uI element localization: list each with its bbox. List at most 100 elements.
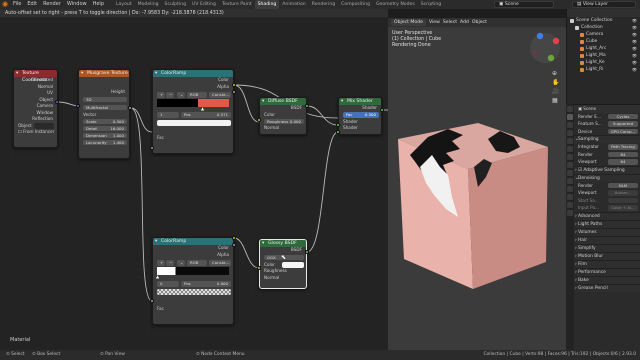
remove-stop-button-bottom[interactable]: −	[166, 260, 174, 266]
visibility-eye-icon[interactable]: 👁	[632, 17, 637, 24]
workspace-tab-uv-editing[interactable]: UV Editing	[189, 0, 219, 9]
stop-pos-field-bottom[interactable]: Pos 0.000	[181, 281, 231, 287]
musgrave-texture-node[interactable]: Musgrave Texture Height 3D Multifractal …	[78, 69, 130, 159]
stop-color-swatch[interactable]	[157, 120, 231, 126]
colorramp-top-title[interactable]: ColorRamp	[153, 70, 233, 77]
workspace-tab-geometry-nodes[interactable]: Geometry Nodes	[373, 0, 418, 9]
socket-mix-out[interactable]	[380, 108, 384, 112]
outliner-item[interactable]: Camera 👁	[567, 31, 640, 38]
start-sample-field[interactable]	[608, 197, 638, 203]
sampling-section[interactable]: Sampling	[567, 135, 640, 144]
socket-object-out[interactable]	[55, 100, 59, 104]
properties-section-bake[interactable]: Bake	[567, 275, 640, 285]
view-layer-selector[interactable]: ▤ View Layer	[572, 1, 636, 8]
pan-hand-icon[interactable]: ✋	[552, 78, 559, 87]
diffuse-node-title[interactable]: Diffuse BSDF	[260, 98, 306, 105]
output-tab-icon[interactable]	[567, 122, 573, 128]
socket-ramp-top-alpha-out[interactable]	[232, 90, 236, 94]
glossy-bsdf-node[interactable]: Glossy BSDF BSDF GGX Color Roughness Nor…	[259, 239, 307, 289]
menu-render[interactable]: Render	[40, 0, 64, 9]
scene-tab-icon[interactable]	[567, 138, 573, 144]
socket-glossy-out[interactable]	[305, 250, 309, 254]
viewport-menu-object[interactable]: Object	[472, 20, 487, 25]
integrator-dropdown[interactable]: Path Tracing	[608, 144, 638, 150]
feature-set-dropdown[interactable]: Supported	[608, 121, 638, 127]
socket-ramp-bottom-alpha-out[interactable]	[232, 243, 236, 247]
stop-pos-field[interactable]: Pos 0.571	[181, 112, 231, 118]
diffuse-roughness-field[interactable]: Roughness 0.000	[264, 118, 304, 124]
colorramp-bottom-title[interactable]: ColorRamp	[153, 238, 233, 245]
glossy-color-swatch[interactable]	[282, 262, 304, 268]
remove-stop-button[interactable]: −	[166, 92, 174, 98]
constraints-tab-icon[interactable]	[567, 186, 573, 192]
mix-shader-node[interactable]: Mix Shader Shader Fac0.500 Shader Shader	[338, 97, 382, 135]
workspace-tab-modeling[interactable]: Modeling	[135, 0, 162, 9]
socket-ramp-bottom-color-out[interactable]	[232, 236, 236, 240]
scale-field[interactable]: Scale 0.500	[83, 118, 127, 124]
interpolation-dropdown-bottom[interactable]: Consta...	[209, 260, 231, 266]
ramp-menu-button[interactable]: ⌄	[177, 92, 185, 98]
musgrave-type-dropdown[interactable]: Multifractal	[83, 104, 127, 110]
mix-fac-field[interactable]: Fac 0.500	[343, 112, 379, 118]
grid-view-icon[interactable]: ▦	[552, 96, 559, 105]
node-editor-canvas[interactable]: Texture Coordinate Generated Normal UV O…	[0, 18, 388, 350]
stop-color-swatch-bottom[interactable]	[157, 289, 231, 295]
add-stop-button[interactable]: +	[157, 92, 165, 98]
musgrave-node-title[interactable]: Musgrave Texture	[79, 70, 129, 77]
socket-glossy-color-in[interactable]	[257, 266, 261, 270]
texture-coordinate-node-title[interactable]: Texture Coordinate	[14, 70, 57, 83]
visibility-eye-icon[interactable]: 👁	[632, 59, 637, 66]
outliner-item[interactable]: Scene Collection 👁	[567, 17, 640, 24]
outliner-item[interactable]: Cube 👁	[567, 38, 640, 45]
device-dropdown[interactable]: GPU Comp...	[608, 128, 638, 134]
properties-section-grease-pencil[interactable]: Grease Pencil	[567, 283, 640, 293]
detail-field[interactable]: Detail 16.000	[83, 125, 127, 131]
socket-vector-in[interactable]	[76, 104, 80, 108]
texture-coordinate-node[interactable]: Texture Coordinate Generated Normal UV O…	[13, 69, 58, 148]
ramp-gradient-bottom[interactable]	[157, 267, 229, 275]
visibility-eye-icon[interactable]: 👁	[632, 38, 637, 45]
object-field[interactable]	[34, 123, 54, 129]
properties-section-advanced[interactable]: Advanced	[567, 211, 640, 221]
outliner-item[interactable]: Collection 👁	[567, 24, 640, 31]
zoom-icon[interactable]: ⊕	[552, 69, 559, 78]
denoise-render-dropdown[interactable]: NLM	[608, 182, 638, 188]
interpolation-dropdown[interactable]: Consta...	[209, 92, 231, 98]
workspace-tab-rendering[interactable]: Rendering	[309, 0, 338, 9]
viewport-menu-select[interactable]: Select	[443, 20, 457, 25]
colorramp-top-node[interactable]: ColorRamp Color Alpha + − ⌄ RGB Consta..…	[152, 69, 234, 154]
workspace-tab-layout[interactable]: Layout	[113, 0, 135, 9]
outliner-item[interactable]: Light_Ma 👁	[567, 52, 640, 59]
visibility-eye-icon[interactable]: 👁	[632, 24, 637, 31]
physics-tab-icon[interactable]	[567, 178, 573, 184]
menu-edit[interactable]: Edit	[24, 0, 40, 9]
object-mode-dropdown[interactable]: Object Mode	[391, 19, 426, 26]
menu-file[interactable]: File	[10, 0, 24, 9]
ramp-menu-button-bottom[interactable]: ⌄	[177, 260, 185, 266]
material-tab-icon[interactable]	[567, 202, 573, 208]
workspace-tab-texture-paint[interactable]: Texture Paint	[219, 0, 255, 9]
denoise-viewport-dropdown[interactable]: Autom...	[608, 190, 638, 196]
socket-mix-shader1-in[interactable]	[336, 123, 340, 127]
stop-index-field-bottom[interactable]: 0	[157, 281, 179, 287]
tool-tab-icon[interactable]	[567, 106, 573, 112]
color-mode-dropdown-bottom[interactable]: RGB	[187, 260, 207, 266]
dimension-field[interactable]: Dimension 1.000	[83, 132, 127, 138]
socket-diffuse-color-in[interactable]	[257, 118, 261, 122]
socket-diffuse-out[interactable]	[305, 104, 309, 108]
render-tab-icon[interactable]	[567, 114, 573, 120]
workspace-tab-shading[interactable]: Shading	[254, 0, 280, 9]
socket-ramp-top-fac-in[interactable]	[150, 146, 154, 150]
dimension-dropdown[interactable]: 3D	[83, 96, 127, 102]
modifier-tab-icon[interactable]	[567, 162, 573, 168]
outliner-item[interactable]: Light_Arc 👁	[567, 45, 640, 52]
blender-logo-icon[interactable]: ◉	[0, 0, 10, 9]
socket-height-out[interactable]	[128, 106, 132, 110]
colorramp-bottom-node[interactable]: ColorRamp Color Alpha + − ⌄ RGB Consta..…	[152, 237, 234, 325]
workspace-tab-animation[interactable]: Animation	[279, 0, 308, 9]
render-engine-dropdown[interactable]: Cycles	[608, 113, 638, 119]
socket-ramp-top-color-out[interactable]	[232, 83, 236, 87]
workspace-tab-scripting[interactable]: Scripting	[418, 0, 444, 9]
3d-viewport[interactable]: ⊕ ✋ 🎥 ▦	[388, 27, 566, 350]
camera-view-icon[interactable]: 🎥	[552, 87, 559, 96]
